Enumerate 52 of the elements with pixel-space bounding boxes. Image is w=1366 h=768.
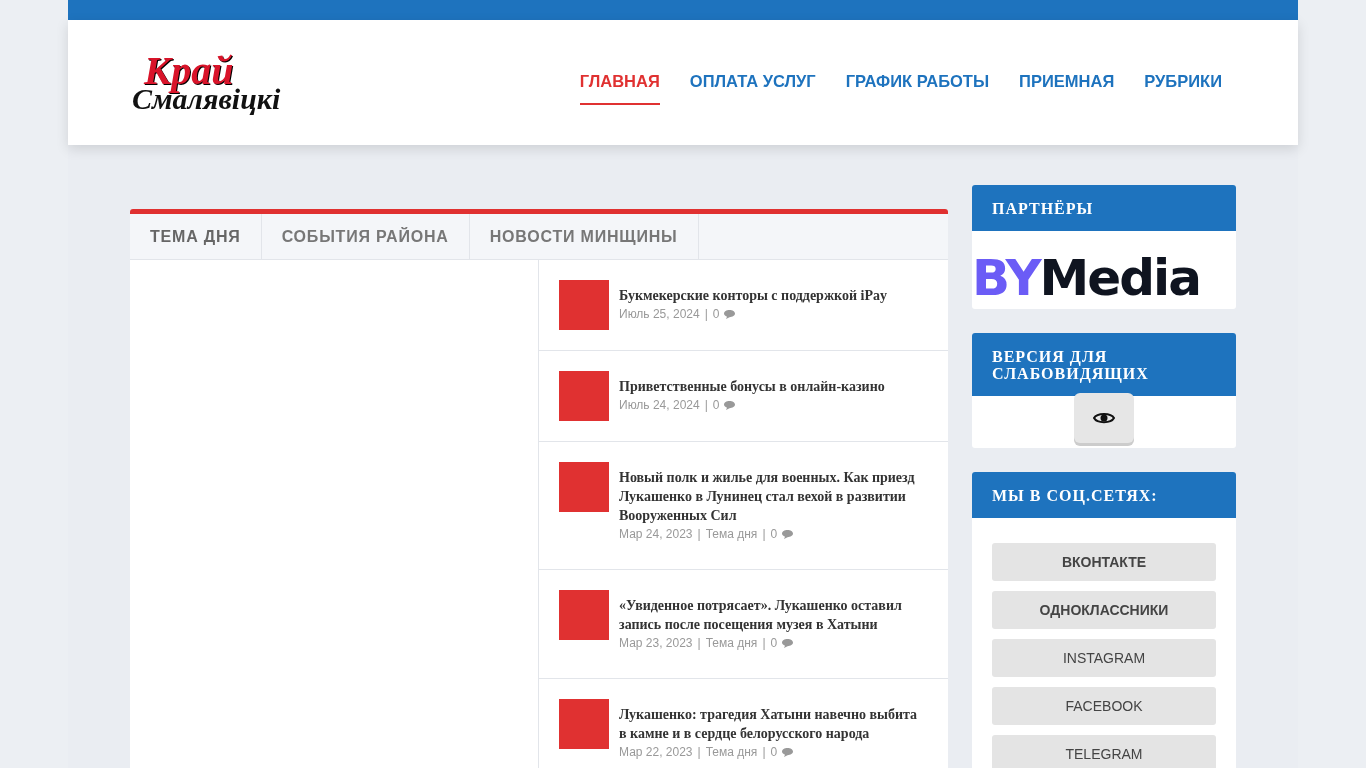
thumbnail-placeholder[interactable] xyxy=(559,462,609,512)
post-date: Июль 24, 2024 xyxy=(619,398,700,412)
separator: | xyxy=(697,527,701,541)
comment-count[interactable]: 0 xyxy=(770,527,778,541)
post-category[interactable]: Тема дня xyxy=(705,527,758,541)
comment-count[interactable]: 0 xyxy=(712,398,720,412)
partner-logo[interactable]: BYMedia xyxy=(972,231,1236,309)
separator: | xyxy=(704,398,708,412)
thumbnail-placeholder[interactable] xyxy=(559,699,609,749)
thumbnail-placeholder[interactable] xyxy=(559,280,609,330)
widget-title: ПАРТНЁРЫ xyxy=(972,185,1236,231)
social-link[interactable]: ОДНОКЛАССНИКИ xyxy=(992,591,1216,629)
nav-link[interactable]: ПРИЕМНАЯ xyxy=(1019,60,1115,105)
post-category[interactable]: Тема дня xyxy=(705,745,758,759)
comment-icon xyxy=(782,638,794,648)
comment-icon xyxy=(724,400,736,410)
social-link[interactable]: TELEGRAM xyxy=(992,735,1216,768)
post-date: Июль 25, 2024 xyxy=(619,307,700,321)
comment-icon xyxy=(724,309,736,319)
widget-title: МЫ В СОЦ.СЕТЯХ: xyxy=(972,472,1236,518)
social-link[interactable]: FACEBOOK xyxy=(992,687,1216,725)
post-title[interactable]: «Увиденное потрясает». Лукашенко оставил запись после посещения музея в Хатыни xyxy=(619,596,928,634)
post-date: Мар 24, 2023 xyxy=(619,527,693,541)
comment-count[interactable]: 0 xyxy=(712,307,720,321)
social-link[interactable]: INSTAGRAM xyxy=(992,639,1216,677)
separator: | xyxy=(697,636,701,650)
post-title[interactable]: Приветственные бонусы в онлайн-казино xyxy=(619,377,885,396)
separator: | xyxy=(762,745,766,759)
post-category[interactable]: Тема дня xyxy=(705,636,758,650)
separator: | xyxy=(697,745,701,759)
nav-link[interactable]: ОПЛАТА УСЛУГ xyxy=(689,60,816,105)
eye-icon xyxy=(1093,411,1115,425)
thumbnail-placeholder[interactable] xyxy=(559,371,609,421)
comment-count[interactable]: 0 xyxy=(770,745,778,759)
comment-icon xyxy=(782,529,794,539)
nav-link[interactable]: ГЛАВНАЯ xyxy=(579,60,660,105)
comment-count[interactable]: 0 xyxy=(770,636,778,650)
separator: | xyxy=(762,527,766,541)
post-title[interactable]: Букмекерские конторы с поддержкой iPay xyxy=(619,286,887,305)
separator: | xyxy=(762,636,766,650)
widget-title: ВЕРСИЯ ДЛЯ СЛАБОВИДЯЩИХ xyxy=(972,333,1236,396)
post-title[interactable]: Лукашенко: трагедия Хатыни навечно выбита в камне и в сердце белорусского народа xyxy=(619,705,928,743)
thumbnail-placeholder[interactable] xyxy=(559,590,609,640)
post-date: Мар 23, 2023 xyxy=(619,636,693,650)
nav-link[interactable]: ГРАФИК РАБОТЫ xyxy=(845,60,990,105)
post-date: Мар 22, 2023 xyxy=(619,745,693,759)
social-link[interactable]: ВКОНТАКТЕ xyxy=(992,543,1216,581)
comment-icon xyxy=(782,747,794,757)
accessibility-button[interactable] xyxy=(1074,393,1134,443)
post-title[interactable]: Новый полк и жилье для военных. Как приезд Лукашенко в Лунинец стал вехой в развитии Вооруженных Сил xyxy=(619,468,928,525)
separator: | xyxy=(704,307,708,321)
nav-link[interactable]: РУБРИКИ xyxy=(1144,60,1222,105)
